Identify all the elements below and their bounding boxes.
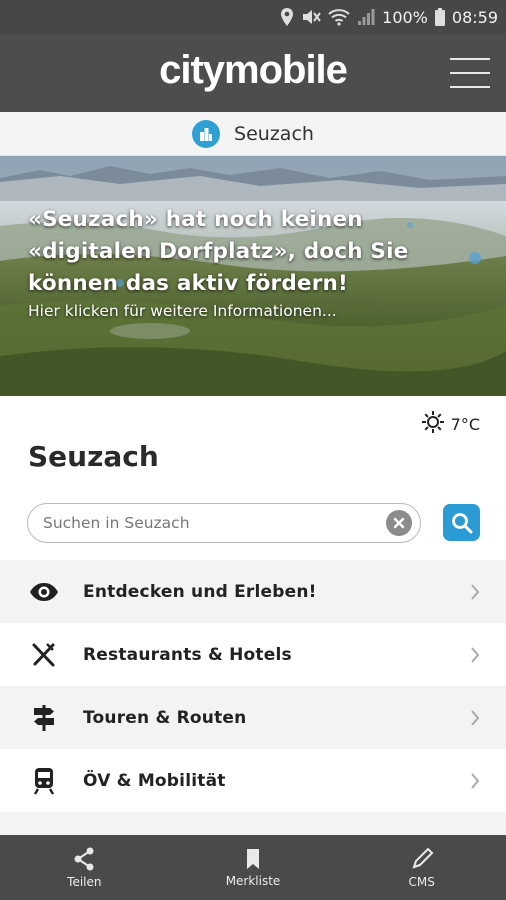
bottom-navigation: Teilen Merkliste CMS <box>0 835 506 900</box>
hero-banner[interactable]: «Seuzach» hat noch keinen «digitalen Dor… <box>0 156 506 396</box>
pencil-icon <box>412 847 434 869</box>
list-item-touren[interactable]: Touren & Routen <box>0 686 506 749</box>
brand-logo[interactable]: citymobile <box>0 48 506 93</box>
train-icon <box>28 765 60 797</box>
menu-bar <box>450 72 490 74</box>
wifi-icon <box>328 8 350 26</box>
page-title: Seuzach <box>28 440 159 473</box>
battery-icon <box>434 8 445 26</box>
share-icon <box>74 847 94 870</box>
menu-bar <box>450 58 490 60</box>
chevron-right-icon <box>468 583 482 601</box>
close-icon <box>393 517 405 529</box>
chevron-right-icon <box>468 646 482 664</box>
list-item-label: Restaurants & Hotels <box>83 644 292 665</box>
nav-share-button[interactable]: Teilen <box>0 835 169 900</box>
list-item-label: Entdecken und Erleben! <box>83 581 317 602</box>
location-name: Seuzach <box>234 122 314 145</box>
hero-text: «Seuzach» hat noch keinen «digitalen Dor… <box>28 204 486 320</box>
chevron-right-icon <box>468 772 482 790</box>
nav-cms-button[interactable]: CMS <box>337 835 506 900</box>
battery-percent: 100% <box>382 7 428 27</box>
clock: 08:59 <box>451 7 498 27</box>
hero-title-line: können das aktiv fördern! <box>28 271 349 296</box>
signal-icon <box>357 8 375 26</box>
mute-icon <box>301 8 321 26</box>
nav-label: CMS <box>408 874 435 889</box>
hamburger-menu-button[interactable] <box>450 58 490 88</box>
location-icon <box>280 8 294 26</box>
app-header: citymobile <box>0 34 506 112</box>
hero-title-line: «digitalen Dorfplatz», doch Sie <box>28 239 409 264</box>
city-icon <box>192 119 221 148</box>
hero-subtitle-link[interactable]: Hier klicken für weitere Informationen..… <box>28 302 486 320</box>
hero-title-line: «Seuzach» hat noch keinen <box>28 207 363 232</box>
temperature: 7°C <box>450 414 480 434</box>
cutlery-icon <box>28 639 60 671</box>
list-item-label: ÖV & Mobilität <box>83 770 226 791</box>
nav-label: Merkliste <box>225 873 281 888</box>
bookmark-icon <box>247 848 259 869</box>
search-icon <box>451 512 472 533</box>
search-button[interactable] <box>443 504 480 541</box>
clear-search-button[interactable] <box>386 510 412 536</box>
eye-icon <box>28 576 60 608</box>
nav-bookmark-button[interactable]: Merkliste <box>169 835 338 900</box>
list-item-restaurants[interactable]: Restaurants & Hotels <box>0 623 506 686</box>
category-list: Entdecken und Erleben! Restaurants & Hot… <box>0 560 506 875</box>
search-bar <box>27 503 421 543</box>
sun-icon <box>421 410 445 438</box>
signpost-icon <box>28 702 60 734</box>
menu-bar <box>450 86 490 88</box>
list-item-oev[interactable]: ÖV & Mobilität <box>0 749 506 812</box>
weather-widget: 7°C <box>421 410 480 438</box>
nav-label: Teilen <box>67 874 102 889</box>
status-bar: 100% 08:59 <box>0 0 506 34</box>
chevron-right-icon <box>468 709 482 727</box>
list-item-label: Touren & Routen <box>83 707 247 728</box>
list-item-entdecken[interactable]: Entdecken und Erleben! <box>0 560 506 623</box>
search-input[interactable] <box>43 514 386 532</box>
location-bar[interactable]: Seuzach <box>0 112 506 156</box>
